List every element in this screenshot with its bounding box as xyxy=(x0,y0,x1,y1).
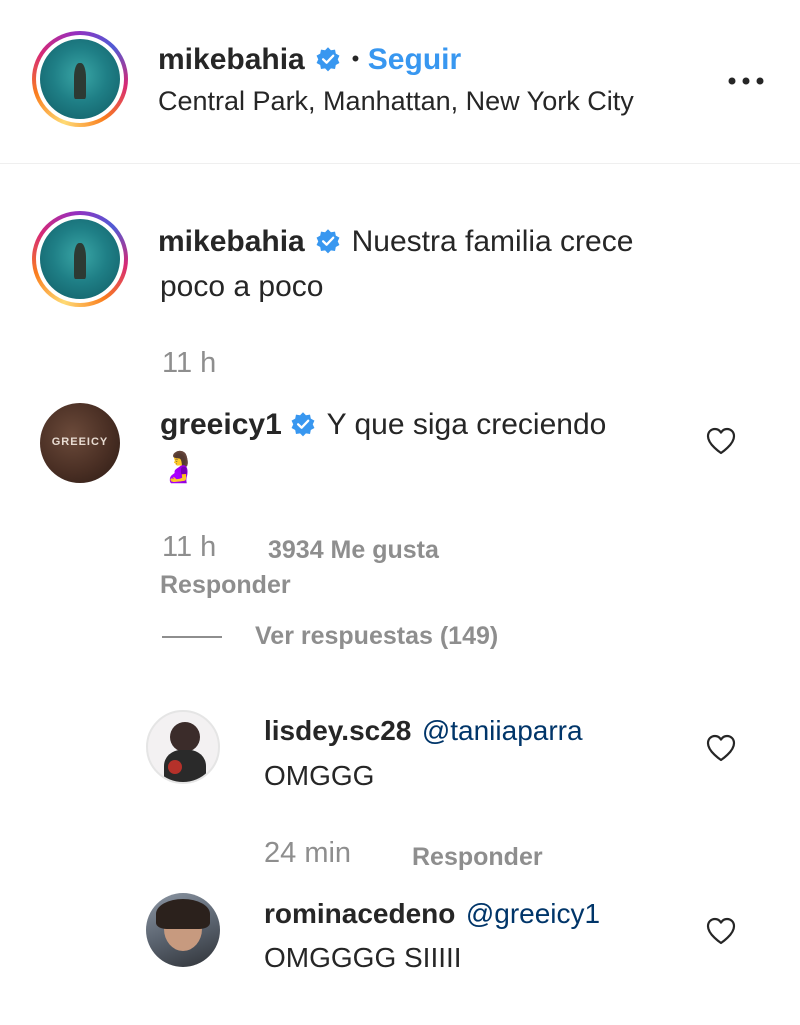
view-replies-button[interactable]: Ver respuestas (149) xyxy=(255,622,498,651)
comment-line-1: greeicy1 Y que siga creciendo xyxy=(160,408,606,442)
verified-badge-icon xyxy=(291,412,315,437)
verified-badge-icon xyxy=(316,229,340,254)
reply-time[interactable]: 24 min xyxy=(264,837,351,870)
comment-username[interactable]: greeicy1 xyxy=(160,408,282,441)
caption-text: Nuestra familia crece xyxy=(351,225,634,258)
caption-username[interactable]: mikebahia xyxy=(158,225,305,258)
comment-time[interactable]: 11 h xyxy=(162,531,216,564)
header-divider xyxy=(0,163,800,164)
location-link[interactable]: Central Park, Manhattan, New York City xyxy=(158,86,634,117)
reply-reply-button[interactable]: Responder xyxy=(412,843,543,872)
reply-username[interactable]: rominacedeno xyxy=(264,898,455,929)
pregnant-emoji: 🤰 xyxy=(160,451,198,484)
reply-text: OMGGGG SIIIII xyxy=(264,942,462,973)
caption-text-line-2: poco a poco xyxy=(160,270,324,303)
header-user-line: mikebahia • Seguir xyxy=(158,43,461,77)
header-avatar[interactable] xyxy=(32,31,128,127)
reply-avatar[interactable] xyxy=(146,893,220,967)
reply-mention[interactable]: @taniiaparra xyxy=(422,715,583,746)
separator-dot: • xyxy=(351,46,360,71)
like-heart-icon[interactable] xyxy=(706,917,736,945)
replies-divider-line xyxy=(162,636,222,638)
comment-reply-button[interactable]: Responder xyxy=(160,571,291,600)
caption-time[interactable]: 11 h xyxy=(162,347,216,380)
reply-username[interactable]: lisdey.sc28 xyxy=(264,715,411,746)
like-heart-icon[interactable] xyxy=(706,427,736,455)
reply-line-1: lisdey.sc28 @taniiaparra xyxy=(264,715,583,747)
follow-button[interactable]: Seguir xyxy=(368,43,461,76)
header-username[interactable]: mikebahia xyxy=(158,43,305,76)
reply-avatar[interactable] xyxy=(146,710,220,784)
reply-mention[interactable]: @greeicy1 xyxy=(466,898,600,929)
reply-line-1: rominacedeno @greeicy1 xyxy=(264,898,600,930)
comment-text: Y que siga creciendo xyxy=(326,408,607,441)
reply-text: OMGGG xyxy=(264,760,375,791)
more-options-icon[interactable] xyxy=(726,73,766,85)
comment-avatar[interactable]: GREEICY xyxy=(40,403,120,483)
caption-line-1: mikebahia Nuestra familia crece xyxy=(158,225,633,259)
comment-likes[interactable]: 3934 Me gusta xyxy=(268,536,439,565)
caption-avatar[interactable] xyxy=(32,211,128,307)
like-heart-icon[interactable] xyxy=(706,734,736,762)
verified-badge-icon xyxy=(316,47,340,72)
avatar-logo-text: GREEICY xyxy=(51,436,109,448)
